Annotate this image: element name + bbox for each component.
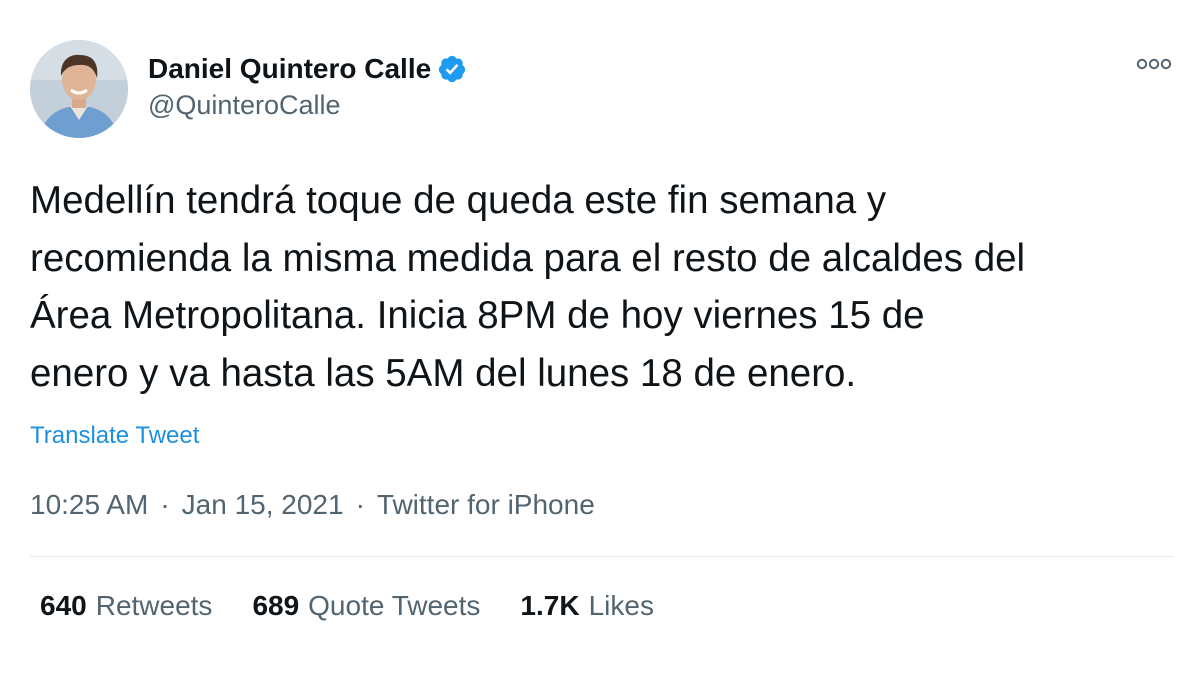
meta-separator: · [355, 489, 365, 520]
tweet-time[interactable]: 10:25 AM [30, 489, 148, 520]
user-handle[interactable]: @QuinteroCalle [148, 90, 341, 121]
likes-stat[interactable]: 1.7K Likes [520, 590, 654, 622]
retweets-label: Retweets [95, 590, 213, 621]
meta-separator: · [160, 489, 170, 520]
display-name[interactable]: Daniel Quintero Calle [148, 53, 431, 85]
likes-label: Likes [588, 590, 654, 621]
engagement-stats: 640 Retweets 689 Quote Tweets 1.7K Likes [40, 590, 694, 622]
avatar-photo [30, 40, 128, 138]
tweet-date[interactable]: Jan 15, 2021 [182, 489, 344, 520]
tweet-text-line: enero y va hasta las 5AM del lunes 18 de… [30, 351, 857, 395]
retweets-stat[interactable]: 640 Retweets [40, 590, 212, 622]
tweet-text-line: Área Metropolitana. Inicia 8PM de hoy vi… [30, 294, 925, 337]
avatar[interactable] [30, 40, 128, 138]
tweet-text: Medellín tendrá toque de queda este fin … [30, 172, 1180, 402]
tweet-text-line: recomienda la misma medida para el resto… [30, 236, 1026, 280]
translate-tweet-link[interactable]: Translate Tweet [30, 422, 199, 450]
tweet-metadata: 10:25 AM · Jan 15, 2021 · Twitter for iPhone [30, 489, 595, 521]
more-options-icon[interactable] [1134, 52, 1174, 76]
tweet-source[interactable]: Twitter for iPhone [377, 489, 595, 520]
divider [30, 556, 1174, 557]
likes-count: 1.7K [520, 590, 580, 621]
retweets-count: 640 [40, 590, 87, 621]
tweet-text-line: Medellín tendrá toque de queda este fin … [30, 179, 887, 222]
verified-badge-icon [437, 54, 467, 84]
quote-tweets-count: 689 [252, 590, 300, 621]
quote-tweets-stat[interactable]: 689 Quote Tweets [252, 590, 480, 622]
user-name-row: Daniel Quintero Calle [148, 50, 467, 88]
tweet-card: Daniel Quintero Calle @QuinteroCalle Med… [0, 0, 1200, 675]
quote-tweets-label: Quote Tweets [308, 590, 481, 621]
